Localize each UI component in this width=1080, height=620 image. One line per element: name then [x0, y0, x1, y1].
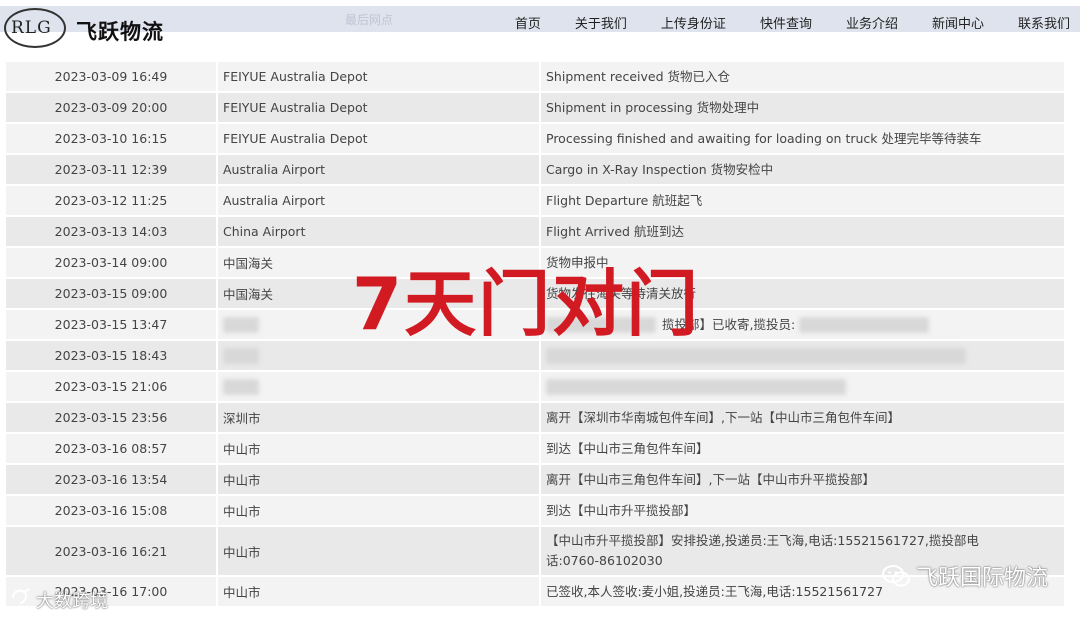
table-row: 2023-03-11 12:39 Australia Airport Cargo… — [6, 155, 1064, 186]
main-nav: 首页 关于我们 上传身份证 快件查询 业务介绍 新闻中心 联系我们 — [481, 13, 1070, 32]
row-time: 2023-03-15 09:00 — [54, 286, 168, 301]
table-row: 2023-03-09 20:00 FEIYUE Australia Depot … — [6, 93, 1064, 124]
row-time: 2023-03-11 12:39 — [54, 162, 168, 177]
row-time: 2023-03-15 21:06 — [54, 379, 168, 394]
row-time: 2023-03-16 15:08 — [54, 503, 168, 518]
row-time: 2023-03-09 20:00 — [54, 100, 168, 115]
row-time: 2023-03-16 16:21 — [54, 543, 168, 559]
row-location: 深圳市 — [216, 403, 539, 432]
nav-home[interactable]: 首页 — [481, 13, 541, 32]
row-description: Flight Arrived 航班到达 — [539, 217, 1064, 246]
row-description: Flight Departure 航班起飞 — [539, 186, 1064, 215]
row-time: 2023-03-15 13:47 — [54, 317, 168, 332]
brand-name: 飞跃物流 — [76, 19, 164, 44]
watermark-right-text: 飞跃国际物流 — [915, 566, 1048, 591]
row-time: 2023-03-15 23:56 — [54, 410, 168, 425]
table-row: 2023-03-12 11:25 Australia Airport Fligh… — [6, 186, 1064, 217]
row-description: 离开【中山市三角包件车间】,下一站【中山市升平揽投部】 — [539, 465, 1064, 494]
row-description: Cargo in X-Ray Inspection 货物安检中 — [539, 155, 1064, 184]
nav-news[interactable]: 新闻中心 — [898, 13, 984, 32]
row-location: FEIYUE Australia Depot — [216, 124, 539, 153]
redacted-block — [799, 316, 930, 333]
row-description-redacted — [539, 372, 1064, 401]
logo-ring-text: RLG — [11, 18, 52, 38]
row-time: 2023-03-09 16:49 — [54, 69, 168, 84]
table-row: 2023-03-13 14:03 China Airport Flight Ar… — [6, 217, 1064, 248]
row-time: 2023-03-13 14:03 — [54, 224, 168, 239]
row-time: 2023-03-16 08:57 — [54, 441, 168, 456]
table-row: 2023-03-15 21:06 — [6, 372, 1064, 403]
row-location: China Airport — [216, 217, 539, 246]
site-header: 最后网点 RLG 飞跃物流 首页 关于我们 上传身份证 快件查询 业务介绍 新闻… — [0, 0, 1080, 48]
promo-overlay-text: 7天门对门 — [352, 262, 701, 346]
redacted-block — [223, 347, 259, 364]
redacted-block — [223, 316, 259, 333]
nav-about[interactable]: 关于我们 — [541, 13, 627, 32]
site-logo[interactable]: RLG 飞跃物流 — [2, 6, 188, 52]
row-location: 中山市 — [216, 465, 539, 494]
row-location: 中山市 — [216, 496, 539, 525]
table-header-label: 最后网点 — [345, 13, 394, 27]
watermark-left-text: 大数跨境 — [36, 590, 108, 612]
row-location: Australia Airport — [216, 155, 539, 184]
table-row: 2023-03-10 16:15 FEIYUE Australia Depot … — [6, 124, 1064, 155]
row-time: 2023-03-10 16:15 — [54, 131, 168, 146]
row-location: Australia Airport — [216, 186, 539, 215]
table-row: 2023-03-15 23:56 深圳市 离开【深圳市华南城包件车间】,下一站【… — [6, 403, 1064, 434]
row-time: 2023-03-14 09:00 — [54, 255, 168, 270]
redacted-block — [546, 378, 846, 395]
row-location: 中山市 — [216, 434, 539, 463]
row-location: FEIYUE Australia Depot — [216, 93, 539, 122]
row-description: Shipment received 货物已入仓 — [539, 62, 1064, 91]
row-time: 2023-03-15 18:43 — [54, 348, 168, 363]
nav-contact[interactable]: 联系我们 — [984, 13, 1070, 32]
row-description: Shipment in processing 货物处理中 — [539, 93, 1064, 122]
wechat-icon — [881, 565, 910, 587]
row-time: 2023-03-16 13:54 — [54, 472, 168, 487]
row-description: Processing finished and awaiting for loa… — [539, 124, 1064, 153]
nav-services[interactable]: 业务介绍 — [812, 13, 898, 32]
nav-tracking[interactable]: 快件查询 — [726, 13, 812, 32]
row-description: 到达【中山市三角包件车间】 — [539, 434, 1064, 463]
row-location: 中山市 — [216, 577, 539, 606]
redacted-block — [546, 347, 966, 364]
table-row: 2023-03-16 15:08 中山市 到达【中山市升平揽投部】 — [6, 496, 1064, 527]
watermark-right: 飞跃国际物流 — [881, 560, 1048, 592]
nav-upload-id[interactable]: 上传身份证 — [627, 13, 726, 32]
watermark-logo-icon — [10, 586, 32, 613]
row-location-redacted — [216, 372, 539, 401]
row-location: 中山市 — [216, 527, 539, 575]
table-row: 2023-03-09 16:49 FEIYUE Australia Depot … — [6, 62, 1064, 93]
row-description: 离开【深圳市华南城包件车间】,下一站【中山市三角包件车间】 — [539, 403, 1064, 432]
row-location: FEIYUE Australia Depot — [216, 62, 539, 91]
row-description: 到达【中山市升平揽投部】 — [539, 496, 1064, 525]
table-row: 2023-03-16 08:57 中山市 到达【中山市三角包件车间】 — [6, 434, 1064, 465]
redacted-block — [223, 378, 259, 395]
row-time: 2023-03-12 11:25 — [54, 193, 168, 208]
table-row: 2023-03-16 13:54 中山市 离开【中山市三角包件车间】,下一站【中… — [6, 465, 1064, 496]
watermark-left: 大数跨境 — [10, 586, 108, 613]
